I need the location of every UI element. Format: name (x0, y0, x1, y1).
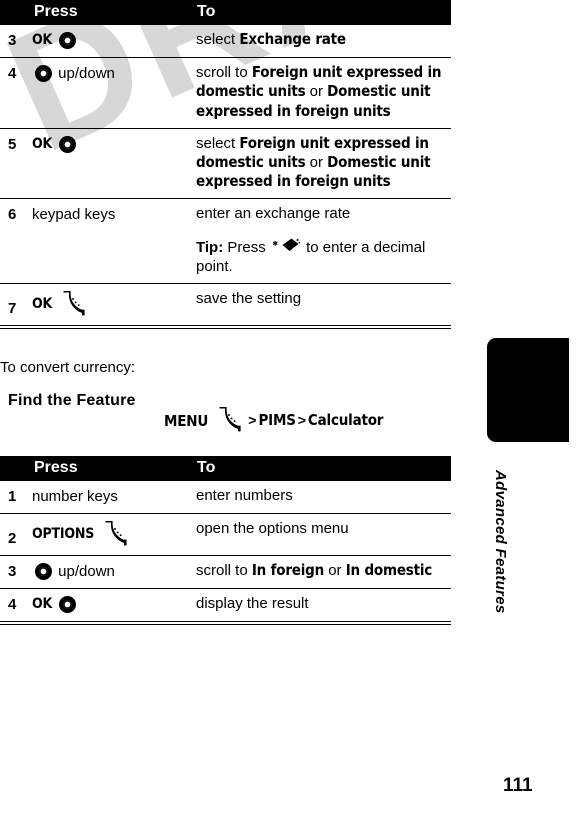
press-key-label: up/down (58, 65, 115, 83)
ui-string: In foreign (251, 561, 325, 580)
to-text: enter an exchange rate (196, 205, 351, 223)
press-key-label: OPTIONS (32, 526, 95, 543)
nav-key-icon (35, 563, 52, 581)
column-header-to: To (196, 0, 451, 25)
to-cell: enter an exchange rate Tip: Press to ent… (196, 199, 451, 284)
table-row: 6 keypad keys enter an exchange rate Tip… (0, 199, 451, 284)
path-item-pims: PIMS (258, 410, 296, 429)
to-cell: display the result (196, 589, 451, 622)
table-row: 4 up/down scroll to Foreign unit express… (0, 58, 451, 129)
table-row: 7 OK save the setting (0, 283, 451, 326)
find-the-feature-label: Find the Feature (8, 391, 136, 409)
convert-currency-procedure-table: Press To 1 number keys enter numbers 2 O… (0, 455, 451, 623)
to-text: save the setting (196, 289, 302, 307)
press-key-label: keypad keys (32, 206, 116, 224)
to-cell: open the options menu (196, 514, 451, 556)
step-number: 6 (8, 206, 17, 224)
table-row: 4 OK display the result (0, 589, 451, 622)
lead-paragraph: To convert currency: (0, 358, 136, 376)
chapter-sidebar: Advanced Features 111 (479, 0, 579, 816)
soft-key-icon (102, 520, 132, 548)
to-text: open the options menu (196, 520, 349, 538)
to-conjunction: or (305, 83, 328, 101)
tip-label: Tip: (196, 238, 224, 256)
press-key-label: OK (32, 135, 53, 152)
exchange-rate-procedure-table: Press To 3 OK select Exchange rate 4 up/… (0, 0, 451, 326)
to-text: scroll to (196, 64, 252, 82)
to-conjunction: or (324, 562, 346, 580)
step-number: 7 (8, 299, 17, 317)
to-conjunction: or (305, 153, 328, 171)
nav-key-icon (59, 32, 77, 49)
press-key-label: number keys (32, 487, 118, 505)
press-key-label: OK (32, 32, 53, 49)
table-bottom-rule (0, 327, 451, 329)
column-header-step (0, 455, 32, 481)
to-text: select (196, 134, 240, 152)
tip-text-before: Press (223, 238, 270, 256)
press-cell: up/down (32, 58, 196, 129)
step-number: 4 (8, 596, 17, 614)
soft-key-icon (60, 290, 90, 318)
step-number: 4 (8, 65, 17, 83)
press-cell: up/down (32, 556, 196, 589)
press-cell: OK (32, 25, 196, 58)
table-bottom-rule (0, 624, 451, 626)
nav-key-icon (59, 596, 77, 614)
step-number: 3 (8, 32, 17, 49)
chapter-tab-label: Advanced Features (492, 470, 509, 614)
path-item-calculator: Calculator (307, 410, 384, 429)
table-row: 5 OK select Foreign unit expressed in do… (0, 128, 451, 199)
table-header-row: Press To (0, 455, 451, 481)
to-cell: scroll to Foreign unit expressed in dome… (196, 58, 451, 129)
feature-path: MENU > PIMS > Calculator (164, 392, 383, 434)
find-the-feature-row: Find the Feature MENU > PIMS > Calculator (0, 392, 460, 434)
press-key-label: up/down (58, 563, 115, 581)
step-number: 5 (8, 135, 17, 153)
press-cell: number keys (32, 481, 196, 514)
column-header-step (0, 0, 32, 25)
step-number: 1 (8, 487, 17, 505)
press-cell: OK (32, 128, 196, 199)
page-content: Press To 3 OK select Exchange rate 4 up/… (0, 0, 460, 626)
to-text: display the result (196, 595, 309, 613)
page-number: 111 (503, 775, 533, 796)
table-header-row: Press To (0, 0, 451, 25)
table-row: 1 number keys enter numbers (0, 481, 451, 514)
path-separator: > (297, 411, 306, 428)
to-cell: select Exchange rate (196, 25, 451, 58)
to-text: enter numbers (196, 486, 293, 504)
column-header-press: Press (32, 455, 196, 481)
star-key-icon (271, 237, 301, 255)
soft-key-icon (216, 406, 246, 434)
table-row: 3 up/down scroll to In foreign or In dom… (0, 556, 451, 589)
to-text: scroll to (196, 562, 252, 580)
to-cell: select Foreign unit expressed in domesti… (196, 128, 451, 199)
chapter-tab-block (487, 338, 569, 442)
nav-key-icon (59, 135, 77, 153)
press-cell: OK (32, 589, 196, 622)
to-cell: enter numbers (196, 481, 451, 514)
press-key-label: OK (32, 596, 53, 613)
press-cell: OK (32, 283, 196, 325)
table-row: 3 OK select Exchange rate (0, 25, 451, 58)
table-row: 2 OPTIONS open the options menu (0, 514, 451, 556)
press-cell: keypad keys (32, 199, 196, 284)
tip-line: Tip: Press to enter a decimal point. (196, 237, 447, 276)
step-number: 3 (8, 563, 17, 581)
menu-key-label: MENU (164, 411, 209, 430)
path-separator: > (248, 411, 257, 428)
column-header-press: Press (32, 0, 196, 25)
press-key-label: OK (32, 295, 53, 312)
nav-key-icon (35, 65, 52, 83)
press-cell: OPTIONS (32, 514, 196, 556)
to-cell: save the setting (196, 283, 451, 325)
ui-string-alt: In domestic (345, 561, 433, 580)
to-text: select (196, 31, 240, 48)
step-number: 2 (8, 529, 17, 547)
to-cell: scroll to In foreign or In domestic (196, 556, 451, 589)
ui-string: Exchange rate (239, 30, 346, 48)
column-header-to: To (196, 455, 451, 481)
